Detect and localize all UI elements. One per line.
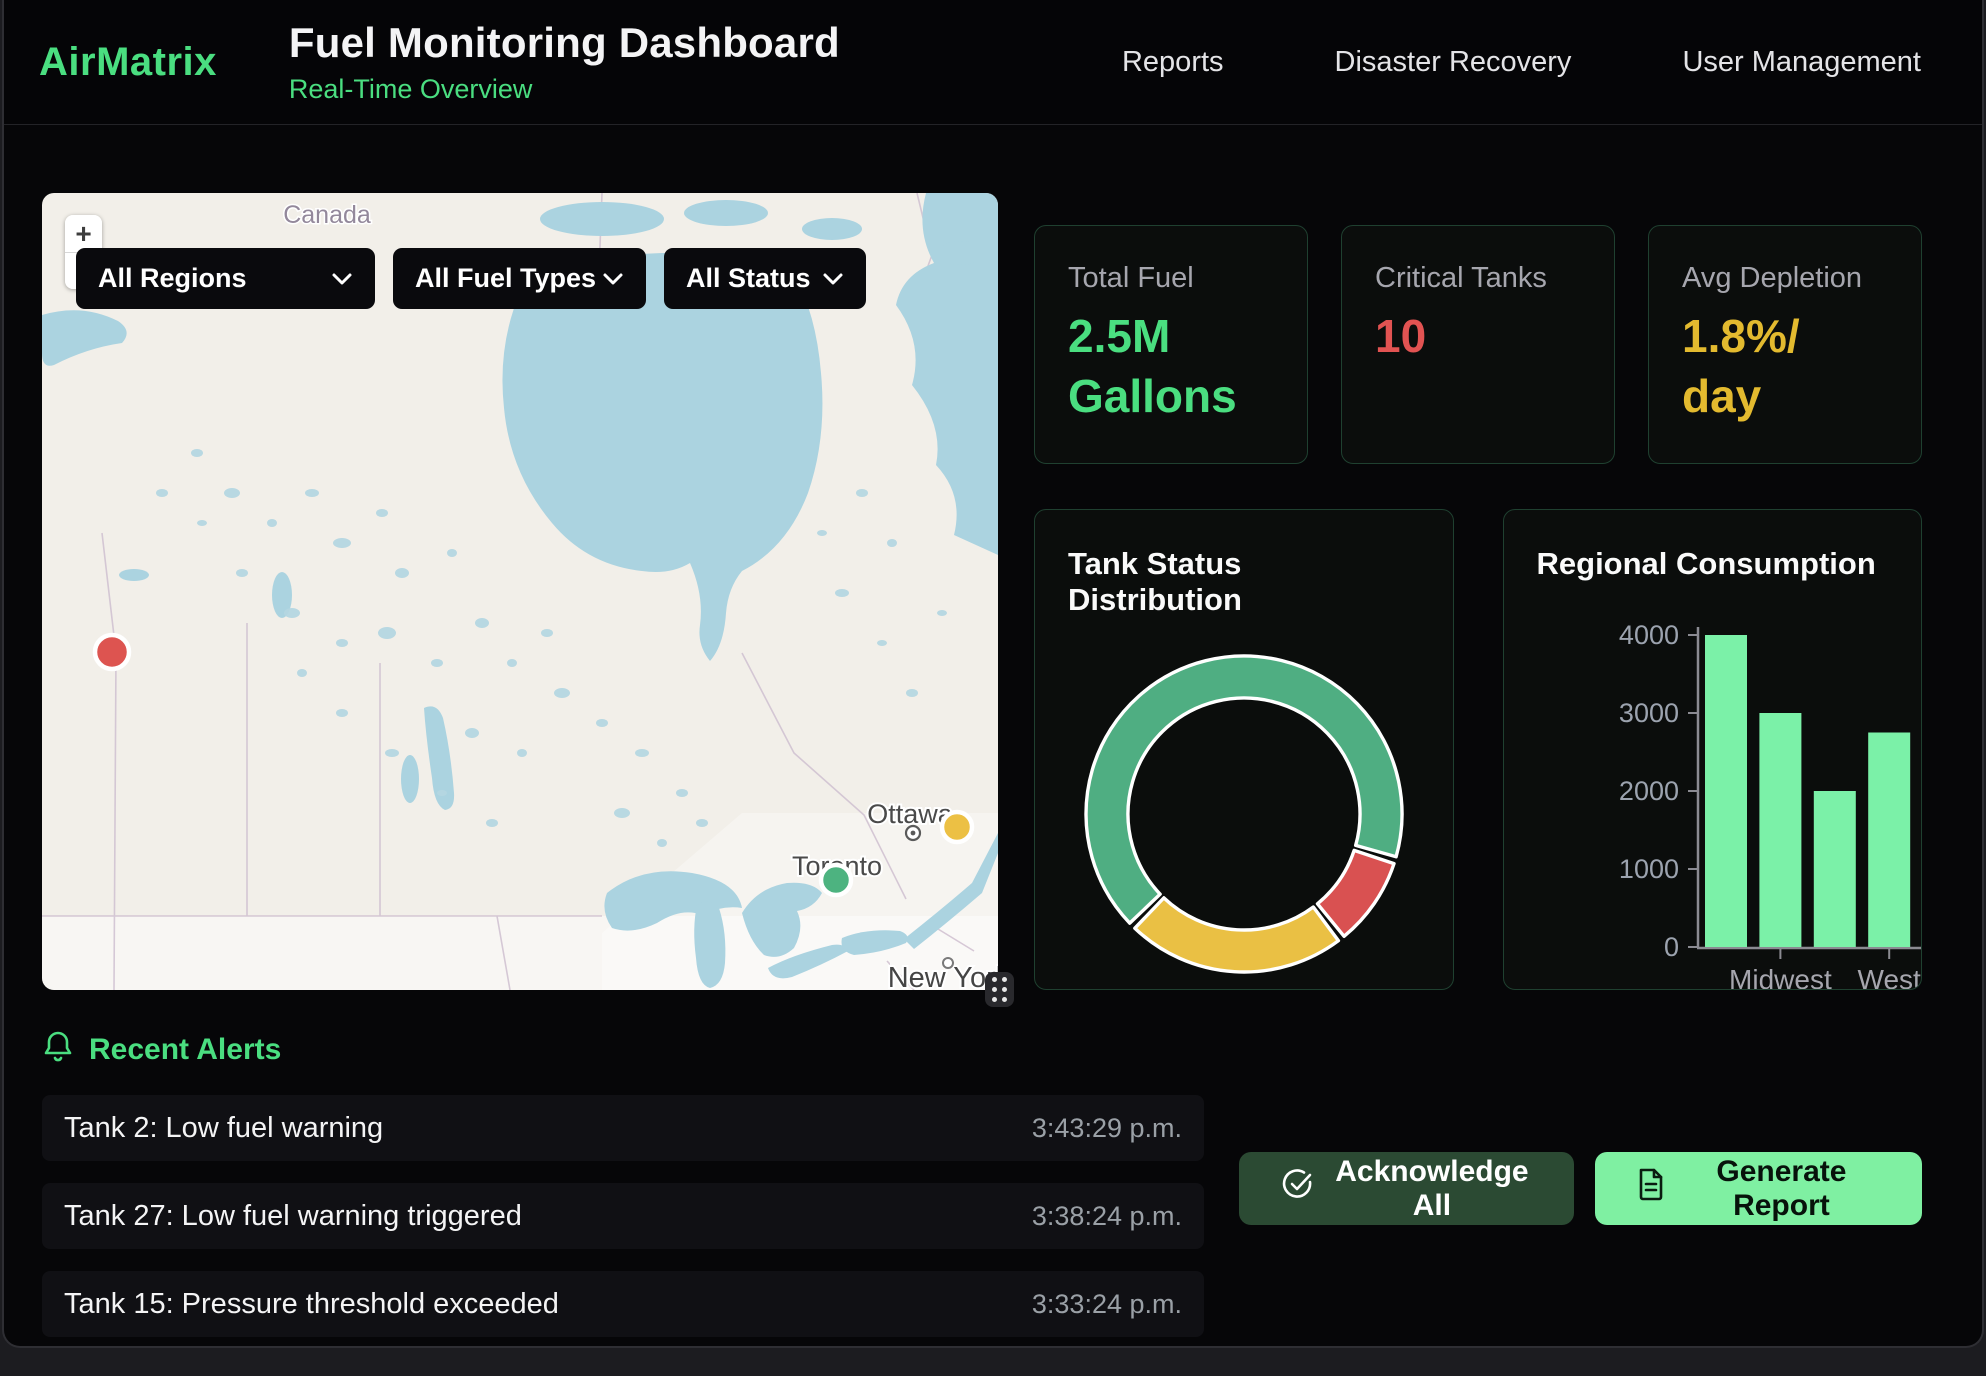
chart-row: Tank Status Distribution Regional Consum…: [1034, 509, 1922, 990]
alert-actions: Acknowledge All Generate Report: [1239, 1152, 1922, 1225]
map-filters: All Regions All Fuel Types All Status: [76, 248, 866, 309]
alerts-title: Recent Alerts: [89, 1033, 281, 1067]
kpi-total-fuel: Total Fuel 2.5M Gallons: [1034, 225, 1308, 464]
bell-icon: [42, 1030, 74, 1069]
map-marker-warning[interactable]: [942, 812, 972, 842]
chart-title: Regional Consumption: [1537, 546, 1889, 582]
alert-timestamp: 3:38:24 p.m.: [1032, 1201, 1182, 1232]
kpi-value: 1.8%/ day: [1682, 307, 1888, 427]
regional-consumption-card: Regional Consumption 0 1000 2000 3000 4000 Mi…: [1503, 509, 1923, 990]
chevron-down-icon: [602, 272, 624, 286]
bar-2: [1813, 791, 1855, 947]
brand-logo[interactable]: AirMatrix: [39, 40, 217, 85]
filter-status-dropdown[interactable]: All Status: [664, 248, 866, 309]
alerts-header: Recent Alerts: [42, 1030, 1922, 1069]
kpi-row: Total Fuel 2.5M Gallons Critical Tanks 1…: [1034, 225, 1922, 459]
main-content: Canada Ottawa Toronto New York + −: [4, 125, 1982, 990]
filter-fuel-types-dropdown[interactable]: All Fuel Types: [393, 248, 646, 309]
page-subtitle: Real-Time Overview: [289, 74, 1122, 105]
bar-1: [1759, 713, 1801, 947]
map-canvas: Canada Ottawa Toronto New York: [42, 193, 998, 990]
kpi-critical-tanks: Critical Tanks 10: [1341, 225, 1615, 464]
alert-timestamp: 3:33:24 p.m.: [1032, 1289, 1182, 1320]
alerts-body: Tank 2: Low fuel warning 3:43:29 p.m. Ta…: [42, 1095, 1922, 1348]
map-marker-normal[interactable]: [821, 865, 851, 895]
map-label-new-york: New York: [888, 962, 998, 990]
svg-text:4000: 4000: [1618, 620, 1678, 650]
donut-segment-red: [1317, 850, 1394, 936]
tank-status-card: Tank Status Distribution: [1034, 509, 1454, 990]
map-panel: Canada Ottawa Toronto New York + −: [42, 193, 998, 990]
bar-0: [1705, 635, 1747, 947]
nav-reports[interactable]: Reports: [1122, 46, 1224, 79]
kpi-label: Critical Tanks: [1375, 262, 1581, 295]
kpi-value: 10: [1375, 307, 1581, 367]
bar-chart: 0 1000 2000 3000 4000 Midwest West: [1537, 590, 1923, 990]
svg-text:3000: 3000: [1618, 698, 1678, 728]
kpi-label: Avg Depletion: [1682, 262, 1888, 295]
page-title: Fuel Monitoring Dashboard: [289, 19, 1122, 67]
x-tick-label: Midwest: [1729, 964, 1832, 990]
svg-text:2000: 2000: [1618, 776, 1678, 806]
kpi-avg-depletion: Avg Depletion 1.8%/ day: [1648, 225, 1922, 464]
map-resize-handle[interactable]: [985, 972, 1014, 1007]
header: AirMatrix Fuel Monitoring Dashboard Real…: [4, 0, 1982, 125]
map-label-canada: Canada: [283, 201, 371, 229]
alert-list: Tank 2: Low fuel warning 3:43:29 p.m. Ta…: [42, 1095, 1204, 1348]
acknowledge-all-label: Acknowledge All: [1332, 1155, 1532, 1223]
title-block: Fuel Monitoring Dashboard Real-Time Over…: [289, 19, 1122, 105]
check-circle-icon: [1281, 1168, 1314, 1209]
svg-text:0: 0: [1663, 932, 1678, 962]
map[interactable]: Canada Ottawa Toronto New York: [42, 193, 998, 990]
alert-row[interactable]: Tank 15: Pressure threshold exceeded 3:3…: [42, 1271, 1204, 1337]
alert-timestamp: 3:43:29 p.m.: [1032, 1113, 1182, 1144]
alert-message: Tank 15: Pressure threshold exceeded: [64, 1288, 559, 1321]
donut-chart: [1068, 644, 1420, 984]
alert-message: Tank 27: Low fuel warning triggered: [64, 1200, 522, 1233]
x-tick-label: West: [1857, 964, 1920, 990]
svg-text:1000: 1000: [1618, 854, 1678, 884]
filter-status-label: All Status: [686, 263, 811, 294]
main-nav: Reports Disaster Recovery User Managemen…: [1122, 46, 1921, 79]
kpi-label: Total Fuel: [1068, 262, 1274, 295]
chevron-down-icon: [822, 272, 844, 286]
filter-regions-label: All Regions: [98, 263, 247, 294]
kpi-value: 2.5M Gallons: [1068, 307, 1274, 427]
map-marker-critical[interactable]: [95, 635, 129, 669]
alert-row[interactable]: Tank 2: Low fuel warning 3:43:29 p.m.: [42, 1095, 1204, 1161]
bar-3: [1868, 733, 1910, 948]
recent-alerts-section: Recent Alerts Tank 2: Low fuel warning 3…: [4, 990, 1982, 1348]
generate-report-label: Generate Report: [1683, 1155, 1880, 1223]
nav-disaster-recovery[interactable]: Disaster Recovery: [1335, 46, 1572, 79]
generate-report-button[interactable]: Generate Report: [1595, 1152, 1922, 1225]
filter-regions-dropdown[interactable]: All Regions: [76, 248, 375, 309]
chevron-down-icon: [331, 272, 353, 286]
filter-fuel-types-label: All Fuel Types: [415, 263, 596, 294]
alert-row[interactable]: Tank 27: Low fuel warning triggered 3:38…: [42, 1183, 1204, 1249]
alert-message: Tank 2: Low fuel warning: [64, 1112, 383, 1145]
app-window: AirMatrix Fuel Monitoring Dashboard Real…: [2, 0, 1984, 1348]
document-icon: [1637, 1168, 1665, 1209]
zoom-in-button[interactable]: +: [65, 215, 102, 252]
chart-title: Tank Status Distribution: [1068, 546, 1420, 618]
right-column: Total Fuel 2.5M Gallons Critical Tanks 1…: [1034, 193, 1922, 990]
nav-user-management[interactable]: User Management: [1682, 46, 1921, 79]
acknowledge-all-button[interactable]: Acknowledge All: [1239, 1152, 1574, 1225]
donut-segment-yellow: [1135, 898, 1339, 972]
